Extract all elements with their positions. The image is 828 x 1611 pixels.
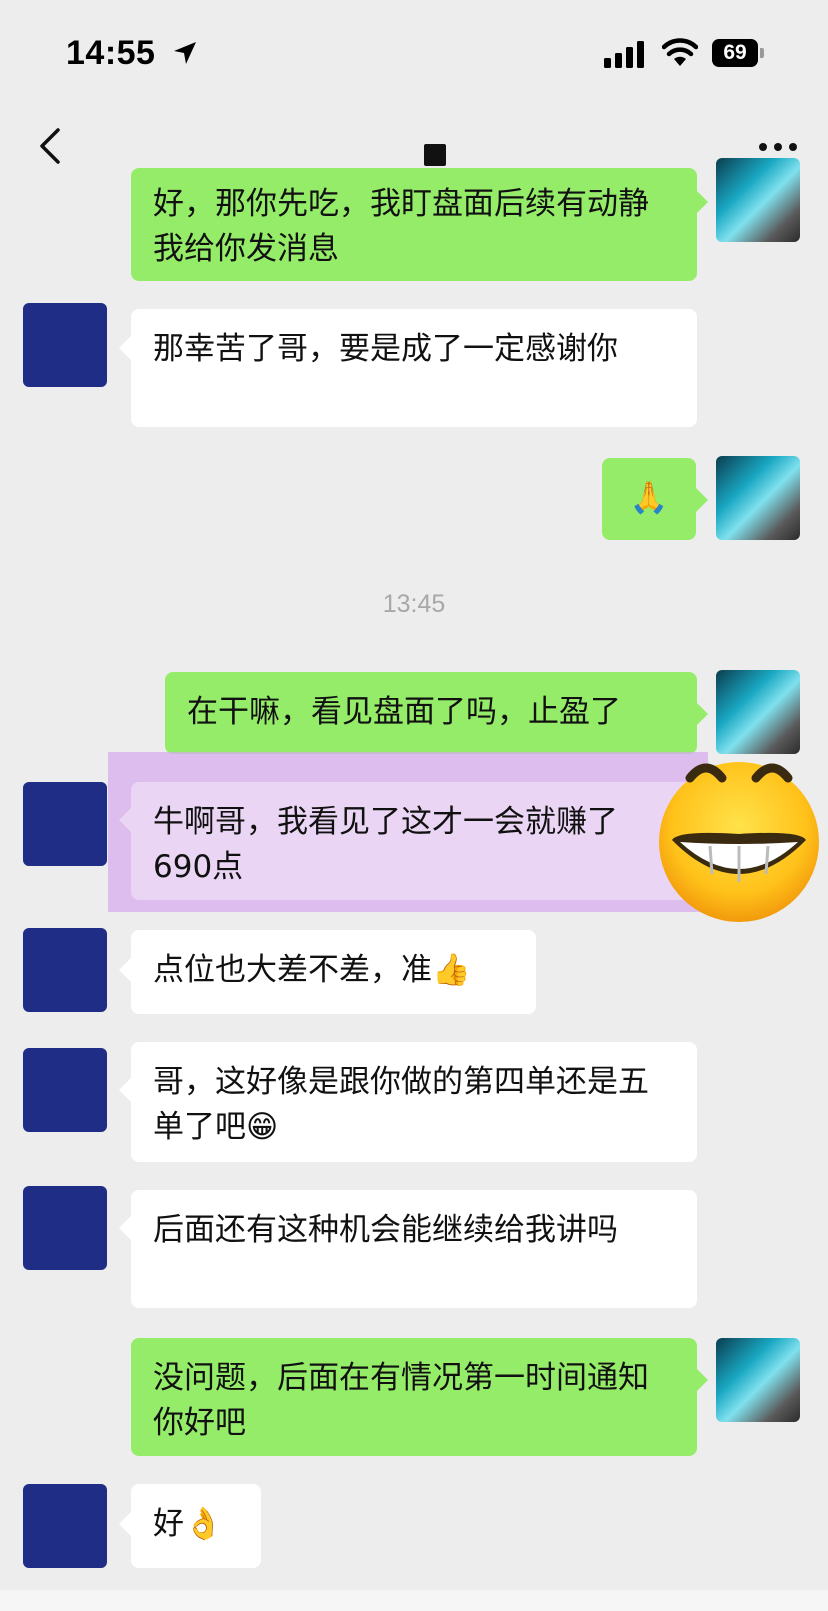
chat-timestamp: 13:45 [382, 590, 446, 618]
more-dots-icon[interactable] [758, 140, 798, 154]
bubble-tail [119, 1216, 131, 1240]
bubble-tail [696, 1368, 708, 1392]
message-bubble[interactable]: 牛啊哥，我看见了这才一会就赚了690点 [131, 782, 697, 900]
bubble-tail [119, 336, 131, 360]
battery-indicator: 69 [712, 39, 764, 67]
chat-title-redacted [424, 144, 446, 166]
status-time: 14:55 [66, 34, 156, 72]
bubble-tail [119, 958, 131, 982]
avatar-contact[interactable] [23, 928, 107, 1012]
avatar-contact[interactable] [23, 1484, 107, 1568]
bubble-tail [696, 190, 708, 214]
bubble-tail [119, 808, 131, 832]
location-arrow-icon [174, 42, 196, 64]
message-bubble[interactable]: 没问题，后面在有情况第一时间通知你好吧 [131, 1338, 697, 1456]
message-bubble[interactable]: 好👌 [131, 1484, 261, 1568]
message-bubble[interactable]: 哥，这好像是跟你做的第四单还是五单了吧😁 [131, 1042, 697, 1162]
message-bubble[interactable]: 在干嘛，看见盘面了吗，止盈了 [165, 672, 697, 754]
chevron-left-icon[interactable] [36, 126, 64, 166]
message-bubble[interactable]: 后面还有这种机会能继续给我讲吗 [131, 1190, 697, 1308]
avatar-self[interactable] [716, 1338, 800, 1422]
bubble-tail [696, 488, 708, 512]
battery-cap [760, 48, 764, 58]
cellular-signal-icon [604, 41, 644, 68]
chat-screen: 14:55 69 好，那你先吃，我盯盘面后续有动静我给你发消息 那幸苦了哥，要是… [0, 0, 828, 1611]
status-bar: 14:55 69 [0, 0, 828, 100]
message-bubble[interactable]: 好，那你先吃，我盯盘面后续有动静我给你发消息 [131, 168, 697, 281]
avatar-contact[interactable] [23, 303, 107, 387]
avatar-self[interactable] [716, 158, 800, 242]
avatar-contact[interactable] [23, 1048, 107, 1132]
battery-level: 69 [723, 41, 747, 64]
avatar-contact[interactable] [23, 782, 107, 866]
message-bubble[interactable]: 点位也大差不差，准👍 [131, 930, 536, 1014]
message-bubble[interactable]: 🙏 [602, 458, 696, 540]
bubble-tail [119, 1512, 131, 1536]
bubble-tail [119, 1078, 131, 1102]
avatar-contact[interactable] [23, 1186, 107, 1270]
input-bar-edge [0, 1590, 828, 1611]
wifi-icon [662, 38, 698, 66]
grinning-face-sticker-icon [659, 762, 819, 922]
avatar-self[interactable] [716, 670, 800, 754]
bubble-tail [696, 702, 708, 726]
avatar-self[interactable] [716, 456, 800, 540]
message-bubble[interactable]: 那幸苦了哥，要是成了一定感谢你 [131, 309, 697, 427]
